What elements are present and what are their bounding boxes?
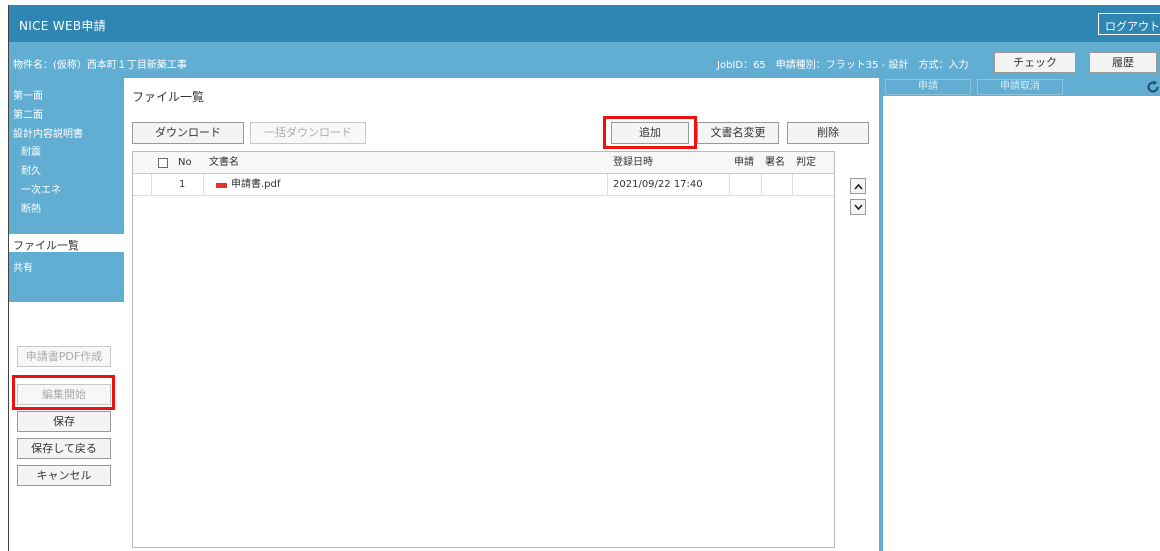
history-button[interactable]: 履歴 [1089, 52, 1157, 73]
sidebar-item-design-spec[interactable]: 設計内容説明書 [13, 125, 83, 140]
cancel-apply-button[interactable]: 申請取消 [977, 79, 1063, 95]
download-button[interactable]: ダウンロード [132, 122, 244, 144]
page-title: ファイル一覧 [132, 90, 205, 104]
sidebar-item-file-list[interactable]: ファイル一覧 [9, 234, 124, 252]
apply-button[interactable]: 申請 [885, 79, 971, 95]
app-title: NICE WEB申請 [19, 19, 106, 33]
pdf-file-icon [216, 183, 227, 188]
table-row[interactable]: 1 申請書.pdf 2021/09/22 17:40 [133, 174, 834, 196]
col-header-sign: 署名 [765, 157, 785, 168]
app-header: NICE WEB申請 ログアウト [9, 5, 1160, 42]
job-info: JobID：65 申請種別：フラット35 - 設計 方式：入力 [717, 60, 969, 71]
check-button[interactable]: チェック [994, 52, 1076, 73]
sidebar-item-shared[interactable]: 共有 [13, 259, 33, 274]
right-toolbar: 申請 申請取消 [883, 78, 1160, 96]
bulk-download-button[interactable]: 一括ダウンロード [250, 122, 366, 144]
right-panel: 申請 申請取消 [879, 78, 1160, 551]
save-button[interactable]: 保存 [17, 411, 111, 432]
sidebar-item-page2[interactable]: 第二面 [13, 106, 43, 121]
edit-start-button[interactable]: 編集開始 [17, 384, 111, 405]
create-pdf-button[interactable]: 申請書PDF作成 [17, 346, 111, 367]
main-panel: ファイル一覧 ダウンロード 一括ダウンロード 追加 文書名変更 削除 No 文書… [124, 78, 879, 551]
sidebar: 第一面 第二面 設計内容説明書 耐震 耐久 一次エネ 断熱 ファイル一覧 共有 … [9, 78, 124, 551]
row-doc-name[interactable]: 申請書.pdf [231, 174, 280, 196]
sidebar-item-seismic[interactable]: 耐震 [21, 143, 41, 158]
chevron-up-icon [854, 183, 863, 190]
property-name: 物件名：(仮称）西本町１丁目新築工事 [13, 60, 187, 71]
row-no: 1 [179, 179, 186, 190]
logout-button[interactable]: ログアウト [1098, 13, 1160, 35]
col-header-apply: 申請 [734, 157, 754, 168]
sidebar-nav: 第一面 第二面 設計内容説明書 耐震 耐久 一次エネ 断熱 ファイル一覧 共有 [9, 78, 124, 302]
sidebar-item-durability[interactable]: 耐久 [21, 162, 41, 177]
add-button[interactable]: 追加 [611, 122, 689, 144]
refresh-icon[interactable] [1145, 79, 1160, 95]
col-header-judge: 判定 [796, 157, 816, 168]
table-header: No 文書名 登録日時 申請 署名 判定 [133, 152, 834, 174]
col-header-registered: 登録日時 [613, 157, 653, 168]
delete-button[interactable]: 削除 [787, 122, 869, 144]
app-window: NICE WEB申請 ログアウト 物件名：(仮称）西本町１丁目新築工事 JobI… [8, 5, 1160, 551]
file-list-table: No 文書名 登録日時 申請 署名 判定 1 申請書.pdf 2021/09/2… [132, 151, 835, 548]
rename-button[interactable]: 文書名変更 [697, 122, 779, 144]
chevron-down-icon [854, 204, 863, 211]
col-header-doc-name: 文書名 [209, 157, 239, 168]
sidebar-item-primary-energy[interactable]: 一次エネ [21, 181, 61, 196]
cancel-button[interactable]: キャンセル [17, 465, 111, 486]
sidebar-item-page1[interactable]: 第一面 [13, 87, 43, 102]
col-header-no: No [178, 157, 192, 168]
info-bar: 物件名：(仮称）西本町１丁目新築工事 JobID：65 申請種別：フラット35 … [9, 42, 1160, 78]
save-and-return-button[interactable]: 保存して戻る [17, 438, 111, 459]
move-up-button[interactable] [850, 178, 866, 194]
move-down-button[interactable] [850, 199, 866, 215]
sidebar-item-insulation[interactable]: 断熱 [21, 200, 41, 215]
select-all-checkbox[interactable] [158, 158, 168, 168]
row-registered: 2021/09/22 17:40 [613, 179, 703, 190]
